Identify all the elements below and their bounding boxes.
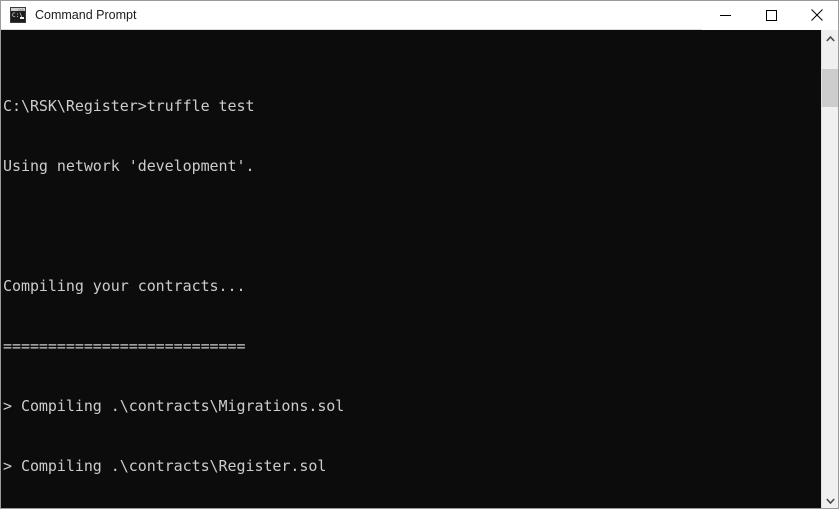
minimize-button[interactable] (702, 1, 748, 30)
chevron-up-icon (825, 35, 835, 42)
vertical-scrollbar[interactable] (821, 30, 838, 508)
console-line: > Compiling .\contracts\Register.sol (3, 457, 327, 475)
maximize-icon (765, 9, 777, 21)
scroll-down-button[interactable] (822, 492, 838, 508)
window-controls (702, 1, 838, 30)
title-bar[interactable]: ••• C:\ Command Prompt (1, 1, 838, 30)
scroll-up-button[interactable] (822, 30, 838, 47)
command-prompt-window: ••• C:\ Command Prompt C:\RSK\Register>t… (0, 0, 839, 509)
console-line: Using network 'development'. (3, 157, 255, 175)
scrollbar-thumb[interactable] (822, 69, 838, 107)
cmd-icon-caret (20, 17, 24, 19)
close-button[interactable] (794, 1, 838, 30)
chevron-down-icon (825, 497, 835, 504)
console-line: =========================== (3, 337, 246, 355)
cmd-icon: ••• C:\ (10, 7, 26, 23)
window-title: Command Prompt (35, 8, 137, 22)
console-line: > Compiling .\contracts\Migrations.sol (3, 397, 345, 415)
title-bar-left: ••• C:\ Command Prompt (1, 1, 136, 29)
console-line: C:\RSK\Register>truffle test (3, 97, 255, 115)
maximize-button[interactable] (748, 1, 794, 30)
console-line: Compiling your contracts... (3, 277, 246, 295)
console-text: C:\RSK\Register>truffle test Using netwo… (3, 36, 822, 508)
close-icon (811, 9, 823, 21)
console-output-area[interactable]: C:\RSK\Register>truffle test Using netwo… (1, 30, 822, 508)
minimize-icon (719, 14, 731, 16)
